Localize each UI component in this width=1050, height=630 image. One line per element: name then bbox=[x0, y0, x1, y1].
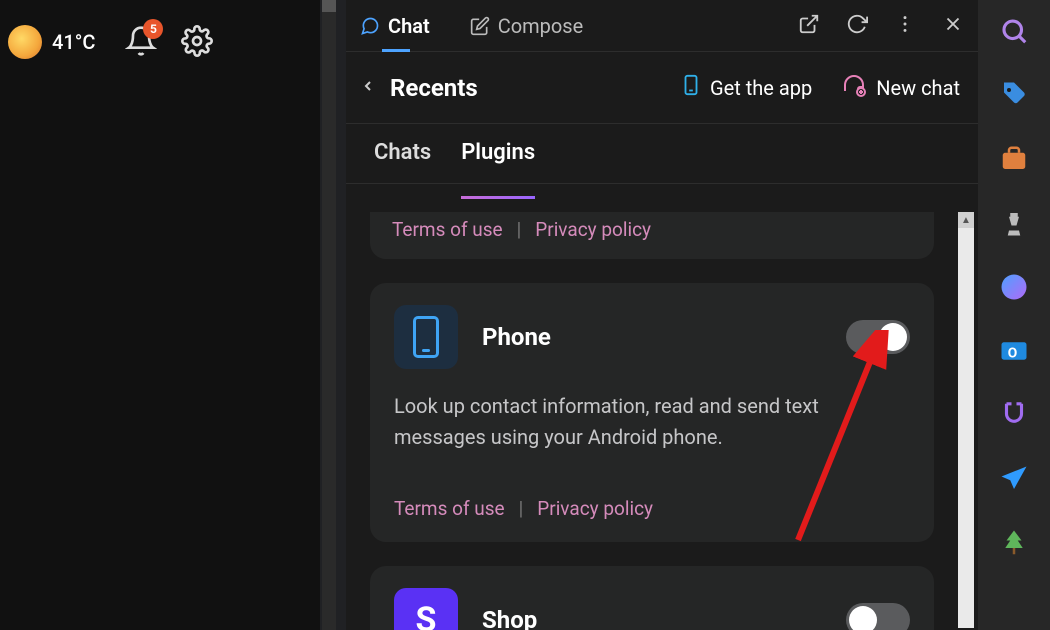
link-separator: | bbox=[519, 497, 524, 520]
chess-icon[interactable] bbox=[999, 208, 1029, 238]
recents-title: Recents bbox=[390, 74, 478, 102]
plugin-list[interactable]: Terms of use | Privacy policy Phone Look… bbox=[346, 212, 958, 630]
magnet-icon[interactable] bbox=[999, 400, 1029, 430]
tag-icon[interactable] bbox=[999, 80, 1029, 110]
outlook-icon[interactable]: O bbox=[999, 336, 1029, 366]
sidebar-rail: O bbox=[978, 0, 1050, 630]
plugin-card-phone: Phone Look up contact information, read … bbox=[370, 283, 934, 542]
notifications-count-badge: 5 bbox=[143, 19, 163, 39]
refresh-button[interactable] bbox=[846, 13, 868, 39]
phone-app-icon bbox=[680, 74, 702, 101]
more-button[interactable] bbox=[894, 13, 916, 39]
privacy-link[interactable]: Privacy policy bbox=[537, 497, 653, 520]
headset-plus-icon bbox=[842, 73, 866, 102]
tab-compose[interactable]: Compose bbox=[470, 14, 584, 38]
new-chat-button[interactable]: New chat bbox=[842, 73, 960, 102]
plugin-title: Phone bbox=[482, 323, 822, 351]
terms-link[interactable]: Terms of use bbox=[394, 497, 505, 520]
tab-chat[interactable]: Chat bbox=[360, 14, 430, 38]
weather-widget[interactable]: 41°C bbox=[8, 25, 95, 59]
settings-button[interactable] bbox=[181, 25, 213, 61]
plugin-list-scrollbar[interactable]: ▲ bbox=[958, 212, 974, 628]
phone-icon bbox=[394, 305, 458, 369]
scrollbar-thumb[interactable] bbox=[322, 0, 336, 12]
back-button[interactable] bbox=[354, 78, 382, 98]
sun-haze-icon bbox=[8, 25, 42, 59]
new-chat-label: New chat bbox=[876, 76, 960, 100]
svg-text:O: O bbox=[1008, 345, 1017, 361]
shop-icon: S bbox=[394, 588, 458, 630]
plugin-phone-toggle[interactable] bbox=[846, 320, 910, 354]
recents-header: Recents Get the app New chat bbox=[346, 52, 978, 124]
link-separator: | bbox=[517, 218, 522, 241]
close-button[interactable] bbox=[942, 13, 964, 39]
scroll-up-button[interactable]: ▲ bbox=[958, 212, 974, 228]
tree-icon[interactable] bbox=[999, 528, 1029, 558]
tab-chats[interactable]: Chats bbox=[374, 140, 431, 183]
search-icon[interactable] bbox=[999, 16, 1029, 46]
get-app-button[interactable]: Get the app bbox=[680, 74, 812, 101]
tab-chat-label: Chat bbox=[388, 14, 430, 38]
briefcase-icon[interactable] bbox=[999, 144, 1029, 174]
terms-link[interactable]: Terms of use bbox=[392, 218, 503, 241]
popout-button[interactable] bbox=[798, 13, 820, 39]
tab-compose-label: Compose bbox=[498, 14, 584, 38]
weather-temperature: 41°C bbox=[52, 30, 95, 54]
taskbar: 41°C 5 bbox=[0, 0, 320, 630]
top-toolbar: Chat Compose bbox=[346, 0, 978, 52]
plugin-description: Look up contact information, read and se… bbox=[394, 391, 910, 453]
prior-card-footer: Terms of use | Privacy policy bbox=[370, 212, 934, 259]
plugin-title: Shop bbox=[482, 606, 822, 630]
get-app-label: Get the app bbox=[710, 76, 812, 100]
sidebar-scrollbar[interactable] bbox=[322, 0, 336, 630]
copilot-panel: Chat Compose Recents Get the app New cha… bbox=[346, 0, 978, 630]
plugin-shop-toggle[interactable] bbox=[846, 603, 910, 630]
plugin-card-shop: S Shop bbox=[370, 566, 934, 630]
notifications-button[interactable]: 5 bbox=[125, 25, 157, 61]
privacy-link[interactable]: Privacy policy bbox=[535, 218, 651, 241]
copilot-icon[interactable] bbox=[999, 272, 1029, 302]
recents-tabs: Chats Plugins bbox=[346, 124, 978, 184]
send-icon[interactable] bbox=[999, 464, 1029, 494]
tab-plugins[interactable]: Plugins bbox=[461, 140, 535, 183]
